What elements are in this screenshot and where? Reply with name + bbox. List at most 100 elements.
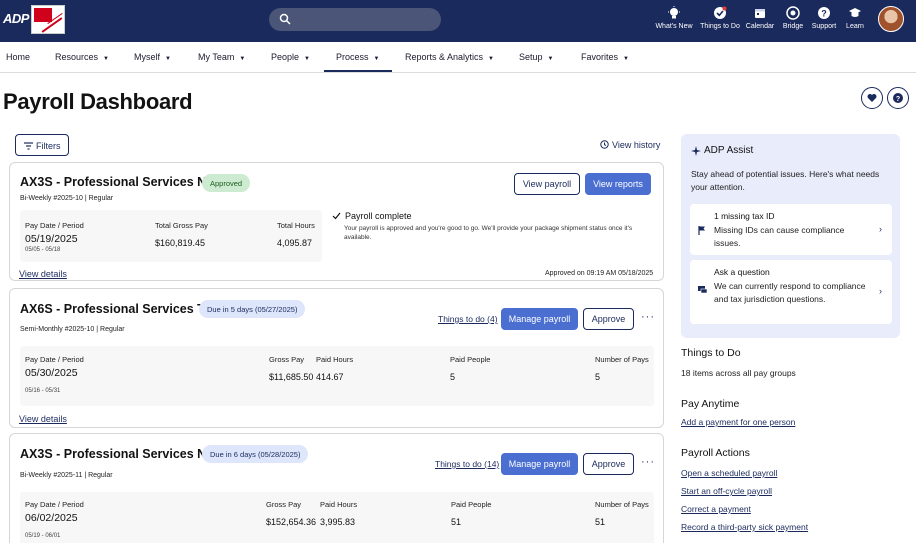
support-label: Support <box>811 23 837 30</box>
gross-pay-label: Total Gross Pay <box>155 221 208 230</box>
assist-item-ask-question[interactable]: Ask a question We can currently respond … <box>690 260 892 324</box>
pay-date-value: 05/30/2025 <box>25 367 78 379</box>
paid-people-value: 5 <box>450 372 456 382</box>
help-button[interactable]: ? <box>887 87 909 109</box>
view-details-link[interactable]: View details <box>19 269 67 279</box>
payroll-card: AX6S - Professional Services T... Due in… <box>9 288 664 428</box>
total-hours-value: 4,095.87 <box>277 238 313 248</box>
heart-icon <box>867 94 877 102</box>
assist-item-text: Missing IDs can cause compliance issues. <box>714 225 845 248</box>
nav-item-label: Process <box>336 52 369 62</box>
approve-button[interactable]: Approve <box>583 453 634 475</box>
support-button[interactable]: ? Support <box>809 6 839 30</box>
pay-date-label: Pay Date / Period <box>25 221 84 230</box>
pay-period-value: 05/05 - 05/18 <box>25 247 61 253</box>
gross-pay-value: $160,819.45 <box>155 238 206 248</box>
status-badge: Due in 6 days (05/28/2025) <box>202 445 309 463</box>
open-scheduled-payroll-link[interactable]: Open a scheduled payroll <box>681 468 777 478</box>
learn-button[interactable]: Learn <box>841 6 869 30</box>
chevron-down-icon: ▼ <box>373 56 380 62</box>
help-icon: ? <box>893 93 903 103</box>
things-to-do-link[interactable]: Things to do (14) <box>435 459 499 469</box>
pay-period-value: 05/19 - 06/01 <box>25 533 61 539</box>
avatar[interactable] <box>878 6 904 32</box>
nav-item-people[interactable]: People ▼ <box>271 52 310 62</box>
payroll-card-subtitle: Bi-Weekly #2025-10 | Regular <box>20 195 114 202</box>
nav-item-reports-analytics[interactable]: Reports & Analytics ▼ <box>405 52 494 62</box>
things-to-do-summary: 18 items across all pay groups <box>681 368 796 378</box>
assist-item-missing-tax-id[interactable]: 1 missing tax ID Missing IDs can cause c… <box>690 204 892 255</box>
nav-item-home[interactable]: Home <box>6 52 30 62</box>
nav-item-label: People <box>271 52 300 62</box>
gross-pay-label: Gross Pay <box>266 500 302 509</box>
chat-icon <box>698 286 707 294</box>
payroll-stats: Pay Date / Period 05/19/2025 05/05 - 05/… <box>20 210 322 262</box>
paid-people-value: 51 <box>451 517 462 527</box>
adp-logo[interactable]: ADP <box>3 11 29 26</box>
checkmark-icon <box>332 212 341 220</box>
approved-on-text: Approved on 09:19 AM 05/18/2025 <box>545 270 654 277</box>
paid-hours-value: 414.67 <box>316 372 344 382</box>
svg-text:?: ? <box>896 96 900 103</box>
nav-item-label: My Team <box>198 52 235 62</box>
payroll-status-text: Your payroll is approved and you're good… <box>344 225 633 241</box>
nav-item-resources[interactable]: Resources ▼ <box>55 52 109 62</box>
things-to-do-link[interactable]: Things to do (4) <box>438 314 498 324</box>
nav-item-label: Home <box>6 52 31 62</box>
chevron-right-icon: › <box>879 224 882 234</box>
payroll-stats: Pay Date / Period 05/30/2025 05/16 - 05/… <box>20 346 654 406</box>
filters-button[interactable]: Filters <box>15 134 69 156</box>
manage-payroll-button[interactable]: Manage payroll <box>501 308 578 330</box>
search-icon <box>279 13 291 25</box>
things-to-do-heading: Things to Do <box>681 347 741 359</box>
more-options-button[interactable]: ··· <box>641 456 655 468</box>
nav-item-favorites[interactable]: Favorites ▼ <box>581 52 629 62</box>
filters-label: Filters <box>36 141 61 151</box>
payroll-card-subtitle: Semi-Monthly #2025-10 | Regular <box>20 326 125 333</box>
view-details-link[interactable]: View details <box>19 414 67 424</box>
view-reports-button[interactable]: View reports <box>585 173 651 195</box>
payroll-card: AX3S - Professional Services N... Approv… <box>9 162 664 281</box>
view-history-label: View history <box>612 140 661 150</box>
status-badge: Due in 5 days (05/27/2025) <box>199 300 306 318</box>
nav-item-my-team[interactable]: My Team ▼ <box>198 52 245 62</box>
nav-item-myself[interactable]: Myself ▼ <box>134 52 171 62</box>
things-to-do-button[interactable]: Things to Do <box>700 6 740 30</box>
calendar-button[interactable]: Calendar <box>745 6 775 30</box>
nav-active-indicator <box>324 70 392 72</box>
more-options-button[interactable]: ··· <box>641 311 655 323</box>
calendar-label: Calendar <box>745 23 775 30</box>
approve-button[interactable]: Approve <box>583 308 634 330</box>
record-sick-payment-link[interactable]: Record a third-party sick payment <box>681 522 808 532</box>
whats-new-button[interactable]: What's New <box>654 6 694 30</box>
adp-assist-description: Stay ahead of potential issues. Here's w… <box>691 169 880 192</box>
adp-assist-panel: ADP Assist Stay ahead of potential issue… <box>681 134 900 338</box>
manage-payroll-button[interactable]: Manage payroll <box>501 453 578 475</box>
bridge-icon <box>786 6 800 20</box>
favorite-button[interactable] <box>861 87 883 109</box>
company-logo[interactable] <box>31 5 65 34</box>
paid-people-label: Paid People <box>451 500 492 509</box>
add-payment-link[interactable]: Add a payment for one person <box>681 417 795 427</box>
page-title: Payroll Dashboard <box>3 89 193 114</box>
start-off-cycle-payroll-link[interactable]: Start an off-cycle payroll <box>681 486 772 496</box>
top-header: ADP What's New Things to Do Calendar Bri… <box>0 0 916 42</box>
view-payroll-button[interactable]: View payroll <box>514 173 580 195</box>
payroll-card: AX3S - Professional Services N... Due in… <box>9 433 664 543</box>
nav-item-setup[interactable]: Setup ▼ <box>519 52 553 62</box>
nav-item-process[interactable]: Process ▼ <box>336 52 379 62</box>
correct-payment-link[interactable]: Correct a payment <box>681 504 751 514</box>
bridge-label: Bridge <box>782 23 804 30</box>
view-history-link[interactable]: View history <box>600 140 660 150</box>
history-icon <box>600 140 609 149</box>
total-hours-label: Total Hours <box>277 221 315 230</box>
pay-period-value: 05/16 - 05/31 <box>25 388 61 394</box>
chevron-down-icon: ▼ <box>103 56 109 62</box>
assist-item-text: We can currently respond to compliance a… <box>714 281 866 304</box>
calendar-icon <box>755 9 765 18</box>
payroll-stats: Pay Date / Period 06/02/2025 05/19 - 06/… <box>20 492 654 543</box>
search-input[interactable] <box>269 8 441 31</box>
number-of-pays-label: Number of Pays <box>595 355 649 364</box>
bridge-button[interactable]: Bridge <box>779 6 807 30</box>
chevron-right-icon: › <box>879 286 882 296</box>
